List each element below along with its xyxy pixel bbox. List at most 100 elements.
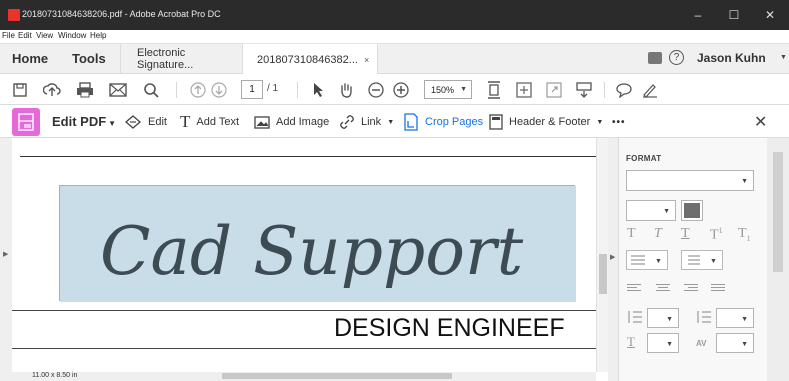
hand-tool-icon[interactable] [336, 80, 356, 100]
menu-help[interactable]: Help [90, 31, 106, 40]
collapse-right-panel-icon[interactable]: ▶ [610, 253, 615, 261]
document-rule [12, 310, 596, 311]
add-text-button[interactable]: T Add Text [180, 112, 239, 131]
bold-icon[interactable]: T [627, 226, 636, 242]
chevron-down-icon: ▼ [666, 316, 673, 323]
horizontal-scrollbar-thumb[interactable] [222, 373, 452, 379]
menu-edit[interactable]: Edit [18, 31, 32, 40]
scrollbar-thumb[interactable] [773, 152, 783, 272]
panel-scrollbar[interactable] [767, 138, 789, 381]
crop-pages-button[interactable]: Crop Pages [403, 113, 483, 131]
page-number-input[interactable]: 1 [241, 80, 263, 99]
paragraph-spacing-control[interactable]: ▼ [696, 308, 754, 328]
help-icon[interactable]: ? [669, 50, 684, 65]
menu-file[interactable]: File [2, 31, 15, 40]
edit-button[interactable]: Edit [124, 113, 167, 131]
save-icon[interactable] [10, 80, 30, 100]
document-vertical-scrollbar[interactable] [596, 138, 608, 372]
close-window-button[interactable]: ✕ [752, 0, 788, 30]
header-footer-icon [489, 114, 503, 130]
toolbar-separator [176, 82, 177, 98]
edit-pdf-toolbar [0, 105, 789, 138]
fit-page-icon[interactable] [484, 80, 504, 100]
email-icon[interactable] [108, 80, 128, 100]
previous-page-icon[interactable] [188, 80, 208, 100]
next-page-icon[interactable] [209, 80, 229, 100]
search-icon[interactable] [141, 80, 161, 100]
full-screen-icon[interactable] [544, 80, 564, 100]
chevron-down-icon[interactable]: ▼ [780, 54, 787, 61]
page-size-label: 11.00 x 8.50 in [32, 372, 78, 379]
chevron-down-icon: ▼ [663, 208, 670, 215]
tab-document[interactable]: 201807310846382... × [242, 44, 378, 75]
upload-cloud-icon[interactable] [42, 80, 62, 100]
header-footer-button[interactable]: Header & Footer ▼ [489, 113, 603, 131]
format-panel-title: FORMAT [626, 154, 662, 163]
signature-image-box[interactable]: Cad Support [59, 185, 576, 302]
tab-tools[interactable]: Tools [72, 44, 106, 73]
page-total: / 1 [267, 83, 279, 94]
bulleted-list-dropdown[interactable]: ▼ [626, 250, 668, 270]
zoom-out-icon[interactable] [366, 80, 386, 100]
tab-home[interactable]: Home [12, 44, 48, 73]
align-right-icon[interactable] [684, 284, 698, 294]
pen-sign-icon[interactable] [640, 80, 660, 100]
italic-icon[interactable]: T [654, 226, 662, 242]
align-left-icon[interactable] [627, 284, 641, 294]
status-bar: 11.00 x 8.50 in [12, 372, 596, 381]
align-center-icon[interactable] [656, 284, 670, 294]
zoom-in-icon[interactable] [391, 80, 411, 100]
add-image-button[interactable]: Add Image [254, 113, 329, 131]
scroll-mode-icon[interactable] [574, 80, 594, 100]
print-icon[interactable] [75, 80, 95, 100]
menu-window[interactable]: Window [58, 31, 86, 40]
font-size-dropdown[interactable]: ▼ [626, 200, 676, 221]
tab-label: Electronic Signature... [137, 47, 194, 71]
justify-icon[interactable] [711, 284, 725, 294]
close-tab-icon[interactable]: × [364, 55, 369, 65]
link-icon [340, 115, 354, 129]
link-button[interactable]: Link ▼ [339, 113, 394, 131]
fit-width-icon[interactable] [514, 80, 534, 100]
comment-icon[interactable] [648, 52, 662, 64]
header-footer-label: Header & Footer [509, 116, 591, 128]
horizontal-scaling-icon: T [627, 334, 635, 349]
minimize-button[interactable]: – [680, 0, 716, 30]
line-spacing-dropdown[interactable]: ▼ [647, 308, 679, 328]
font-family-dropdown[interactable]: ▼ [626, 170, 754, 191]
paragraph-spacing-dropdown[interactable]: ▼ [716, 308, 754, 328]
edit-pdf-menu[interactable]: Edit PDF ▼ [52, 114, 116, 129]
document-viewport[interactable]: Cad Support DESIGN ENGINEEF [12, 138, 596, 372]
expand-left-panel-icon[interactable]: ▶ [3, 250, 8, 258]
tab-electronic-signature[interactable]: Electronic Signature... [120, 44, 242, 74]
zoom-select[interactable]: 150% ▼ [424, 80, 472, 99]
edit-pdf-tool-icon[interactable] [12, 108, 40, 136]
more-tools-button[interactable]: ••• [612, 113, 626, 131]
font-color-swatch [684, 203, 700, 218]
horizontal-scaling-control[interactable]: T ▼ [627, 333, 679, 353]
font-color-picker[interactable] [681, 200, 703, 221]
tab-label: 201807310846382... [257, 53, 358, 66]
close-toolbar-button[interactable]: ✕ [754, 113, 767, 131]
character-spacing-control[interactable]: AV ▼ [696, 333, 754, 353]
document-heading: DESIGN ENGINEEF [334, 314, 565, 342]
horizontal-scaling-dropdown[interactable]: ▼ [647, 333, 679, 353]
window-title: 20180731084638206.pdf - Adobe Acrobat Pr… [22, 9, 221, 19]
select-cursor-icon[interactable] [308, 80, 328, 100]
scrollbar-thumb[interactable] [599, 254, 607, 294]
comment-bubble-icon[interactable] [614, 80, 634, 100]
superscript-icon[interactable]: T1 [710, 226, 723, 244]
main-toolbar [0, 74, 789, 105]
chevron-down-icon: ▼ [741, 316, 748, 323]
menu-view[interactable]: View [36, 31, 53, 40]
chevron-down-icon: ▼ [596, 118, 604, 126]
line-spacing-control[interactable]: ▼ [627, 308, 679, 328]
user-name[interactable]: Jason Kuhn [697, 51, 766, 65]
underline-icon[interactable]: T [681, 226, 690, 242]
character-spacing-dropdown[interactable]: ▼ [716, 333, 754, 353]
paragraph-spacing-icon [697, 311, 711, 323]
subscript-icon[interactable]: T1 [738, 226, 751, 243]
numbered-list-dropdown[interactable]: ▼ [681, 250, 723, 270]
document-rule [12, 348, 596, 349]
maximize-button[interactable]: ☐ [716, 0, 752, 30]
